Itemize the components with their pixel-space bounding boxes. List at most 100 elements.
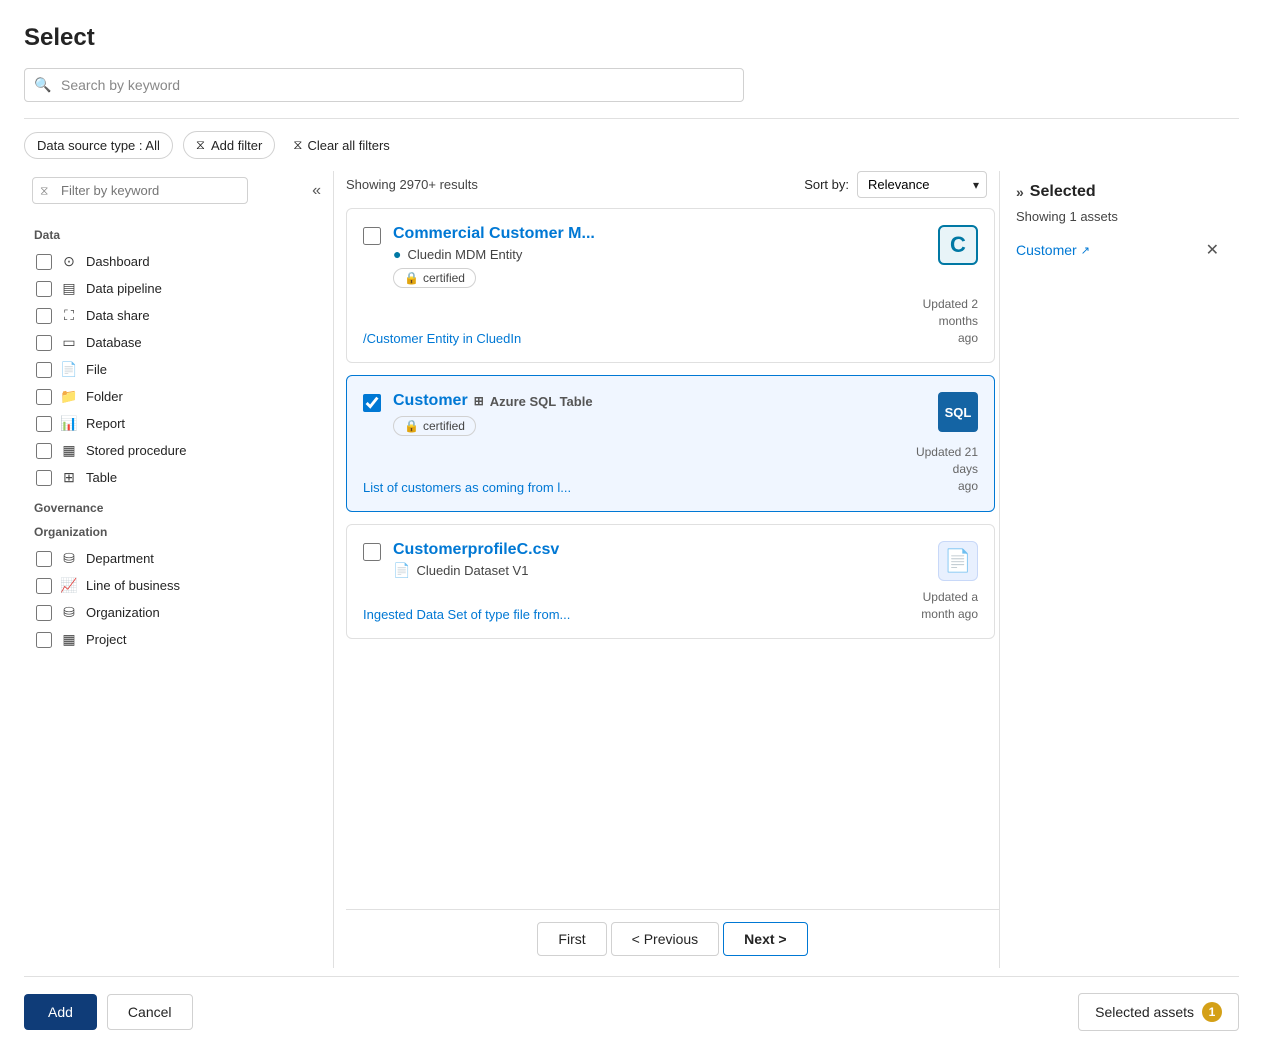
previous-button[interactable]: < Previous (611, 922, 720, 956)
sidebar-item-dashboard[interactable]: ⊙ Dashboard (32, 248, 325, 275)
sidebar-item-department[interactable]: ⛁ Department (32, 545, 325, 572)
sidebar-collapse-button[interactable]: « (308, 178, 325, 204)
certified-icon-2: 🔒 (404, 419, 419, 433)
sidebar-item-line-of-business[interactable]: 📈 Line of business (32, 572, 325, 599)
sidebar-label-data-pipeline: Data pipeline (86, 281, 162, 296)
certified-icon-1: 🔒 (404, 271, 419, 285)
content-area: Showing 2970+ results Sort by: Relevance… (334, 171, 999, 968)
checkbox-file[interactable] (36, 362, 52, 378)
sort-select[interactable]: Relevance Name Updated date (857, 171, 987, 198)
sidebar-label-department: Department (86, 551, 154, 566)
selected-count-badge: 1 (1202, 1002, 1222, 1022)
external-link-icon: ↗ (1081, 244, 1090, 257)
selected-item-link[interactable]: Customer ↗ (1016, 242, 1090, 258)
card-2-updated: Updated 21daysago (916, 444, 978, 494)
right-panel-title: Selected (1030, 183, 1096, 201)
add-filter-button[interactable]: ⧖ Add filter (183, 131, 275, 159)
stored-procedure-icon: ▦ (60, 442, 78, 459)
card-3-title[interactable]: CustomerprofileC.csv (393, 541, 926, 559)
selected-assets-label: Selected assets (1095, 1004, 1194, 1020)
card-2-title[interactable]: Customer (393, 392, 468, 410)
sidebar-item-folder[interactable]: 📁 Folder (32, 383, 325, 410)
card-1-subtitle: Cluedin MDM Entity (407, 247, 522, 262)
remove-selected-item-button[interactable]: ✕ (1202, 238, 1223, 262)
clear-filter-icon: ⧖ (293, 137, 302, 153)
cancel-button[interactable]: Cancel (107, 994, 193, 1030)
asset-card-2: Customer ⊞ Azure SQL Table 🔒 certified S… (346, 375, 995, 511)
card-1-badge: 🔒 certified (393, 268, 476, 288)
sidebar-label-table: Table (86, 470, 117, 485)
folder-icon: 📁 (60, 388, 78, 405)
organization-icon: ⛁ (60, 604, 78, 621)
card-2-logo: SQL (938, 392, 978, 432)
card-3-updated: Updated amonth ago (921, 589, 978, 623)
card-2-path[interactable]: List of customers as coming from l... (363, 480, 571, 495)
selected-assets-badge[interactable]: Selected assets 1 (1078, 993, 1239, 1031)
sidebar-filter-input[interactable] (32, 177, 248, 204)
checkbox-stored-procedure[interactable] (36, 443, 52, 459)
card-1-path[interactable]: /Customer Entity in CluedIn (363, 331, 521, 346)
checkbox-project[interactable] (36, 632, 52, 648)
sidebar-label-data-share: Data share (86, 308, 150, 323)
checkbox-line-of-business[interactable] (36, 578, 52, 594)
checkbox-report[interactable] (36, 416, 52, 432)
card-3-checkbox[interactable] (363, 543, 381, 561)
checkbox-data-pipeline[interactable] (36, 281, 52, 297)
results-count: Showing 2970+ results (346, 177, 478, 192)
add-filter-label: Add filter (211, 138, 262, 153)
checkbox-data-share[interactable] (36, 308, 52, 324)
sidebar-label-organization: Organization (86, 605, 160, 620)
sidebar-item-project[interactable]: ▦ Project (32, 626, 325, 653)
sidebar-item-report[interactable]: 📊 Report (32, 410, 325, 437)
data-pipeline-icon: ▤ (60, 280, 78, 297)
card-1-updated: Updated 2monthsago (923, 296, 978, 346)
results-bar: Showing 2970+ results Sort by: Relevance… (346, 171, 999, 198)
card-2-type-icon: ⊞ (474, 394, 484, 408)
clear-filters-button[interactable]: ⧖ Clear all filters (285, 132, 398, 158)
sidebar-item-organization[interactable]: ⛁ Organization (32, 599, 325, 626)
next-button[interactable]: Next > (723, 922, 807, 956)
sidebar-label-line-of-business: Line of business (86, 578, 180, 593)
right-panel: » Selected Showing 1 assets Customer ↗ ✕ (999, 171, 1239, 968)
card-2-subtitle: Azure SQL Table (490, 394, 593, 409)
card-1-checkbox[interactable] (363, 227, 381, 245)
sidebar-item-file[interactable]: 📄 File (32, 356, 325, 383)
expand-icon: » (1016, 184, 1024, 200)
checkbox-table[interactable] (36, 470, 52, 486)
card-3-path[interactable]: Ingested Data Set of type file from... (363, 607, 570, 622)
pagination: First < Previous Next > (346, 909, 999, 968)
card-1-title[interactable]: Commercial Customer M... (393, 225, 926, 243)
sidebar-label-database: Database (86, 335, 142, 350)
database-icon: ▭ (60, 334, 78, 351)
card-3-subtitle: Cluedin Dataset V1 (416, 563, 528, 578)
first-button[interactable]: First (537, 922, 606, 956)
divider (24, 118, 1239, 119)
file-icon: 📄 (60, 361, 78, 378)
sidebar-item-stored-procedure[interactable]: ▦ Stored procedure (32, 437, 325, 464)
add-button[interactable]: Add (24, 994, 97, 1030)
selected-item-customer: Customer ↗ ✕ (1016, 234, 1223, 266)
sidebar-label-folder: Folder (86, 389, 123, 404)
clear-filters-label: Clear all filters (307, 138, 389, 153)
checkbox-folder[interactable] (36, 389, 52, 405)
card-2-checkbox[interactable] (363, 394, 381, 412)
cards-list: Commercial Customer M... ● Cluedin MDM E… (346, 208, 999, 905)
filter-bar: Data source type : All ⧖ Add filter ⧖ Cl… (24, 131, 1239, 159)
sidebar-label-report: Report (86, 416, 125, 431)
sidebar-label-file: File (86, 362, 107, 377)
checkbox-organization[interactable] (36, 605, 52, 621)
checkbox-database[interactable] (36, 335, 52, 351)
project-icon: ▦ (60, 631, 78, 648)
dataset-icon-3: 📄 (393, 562, 410, 579)
cluedin-logo-small-1: ● (393, 246, 401, 262)
dialog-title: Select (24, 24, 1239, 52)
sidebar-item-database[interactable]: ▭ Database (32, 329, 325, 356)
checkbox-dashboard[interactable] (36, 254, 52, 270)
sidebar-item-table[interactable]: ⊞ Table (32, 464, 325, 491)
showing-assets-text: Showing 1 assets (1016, 209, 1223, 224)
search-input[interactable] (24, 68, 744, 102)
data-source-type-filter[interactable]: Data source type : All (24, 132, 173, 159)
checkbox-department[interactable] (36, 551, 52, 567)
sidebar-item-data-share[interactable]: ⛶ Data share (32, 302, 325, 329)
sidebar-item-data-pipeline[interactable]: ▤ Data pipeline (32, 275, 325, 302)
